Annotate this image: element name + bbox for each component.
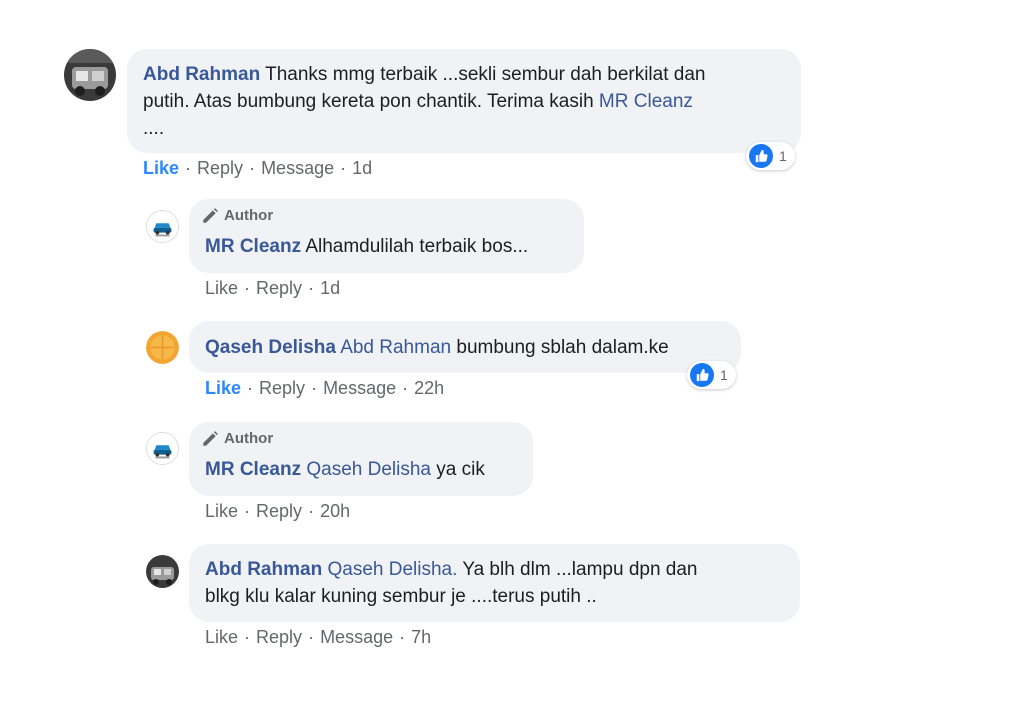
timestamp[interactable]: 1d: [320, 278, 340, 298]
comment-author[interactable]: Qaseh Delisha: [205, 337, 336, 358]
orange-circle-icon: [146, 331, 179, 364]
timestamp[interactable]: 7h: [411, 627, 431, 647]
comment-author[interactable]: Abd Rahman: [143, 64, 260, 85]
reply-button[interactable]: Reply: [256, 278, 302, 298]
message-button[interactable]: Message: [261, 158, 334, 178]
reaction-count[interactable]: 1: [687, 361, 736, 389]
comment-actions: Like · Reply · Message · 7h: [205, 627, 432, 647]
message-button[interactable]: Message: [323, 378, 396, 398]
reply-button[interactable]: Reply: [259, 378, 305, 398]
mention-link[interactable]: Abd Rahman: [340, 337, 451, 358]
thumbs-up-icon: [749, 144, 773, 168]
like-button[interactable]: Like: [205, 378, 241, 398]
comment-actions: Like · Reply · Message · 1d: [143, 158, 373, 178]
like-button[interactable]: Like: [205, 501, 238, 521]
reply-button[interactable]: Reply: [256, 501, 302, 521]
comment-text: MR Cleanz Alhamdulilah terbaik bos...: [205, 236, 529, 257]
timestamp[interactable]: 20h: [320, 501, 350, 521]
author-badge: Author: [201, 207, 273, 225]
reply-button[interactable]: Reply: [256, 627, 302, 647]
comment-text: Abd Rahman Qaseh Delisha. Ya blh dlm ...…: [205, 559, 698, 607]
comment-author[interactable]: MR Cleanz: [205, 459, 301, 480]
comment-bubble: Qaseh Delisha Abd Rahman bumbung sblah d…: [189, 321, 741, 373]
like-button[interactable]: Like: [143, 158, 179, 178]
pencil-icon: [203, 431, 218, 446]
thumbs-up-icon: [690, 363, 714, 387]
comment-text: Abd Rahman Thanks mmg terbaik ...sekli s…: [143, 64, 706, 139]
mention-link[interactable]: Qaseh Delisha.: [327, 559, 457, 580]
comment-bubble: Abd Rahman Thanks mmg terbaik ...sekli s…: [127, 49, 801, 153]
comment-bubble: Abd Rahman Qaseh Delisha. Ya blh dlm ...…: [189, 544, 800, 622]
comment-bubble: Author MR Cleanz Alhamdulilah terbaik bo…: [189, 199, 584, 273]
mention-link[interactable]: Qaseh Delisha: [306, 459, 431, 480]
comment-actions: Like · Reply · 20h: [205, 501, 351, 521]
timestamp[interactable]: 22h: [414, 378, 444, 398]
comment-actions: Like · Reply · 1d: [205, 278, 341, 298]
car-logo-icon: [147, 211, 178, 242]
comment-author[interactable]: Abd Rahman: [205, 559, 322, 580]
author-badge: Author: [201, 430, 273, 448]
avatar[interactable]: [64, 49, 116, 101]
reaction-count[interactable]: 1: [746, 142, 795, 170]
timestamp[interactable]: 1d: [352, 158, 372, 178]
pencil-icon: [203, 208, 218, 223]
comment-bubble: Author MR Cleanz Qaseh Delisha ya cik: [189, 422, 533, 496]
like-button[interactable]: Like: [205, 278, 238, 298]
comment-text: Qaseh Delisha Abd Rahman bumbung sblah d…: [205, 337, 669, 358]
avatar[interactable]: [146, 555, 179, 588]
avatar[interactable]: [146, 210, 179, 243]
avatar[interactable]: [146, 432, 179, 465]
like-button[interactable]: Like: [205, 627, 238, 647]
car-logo-icon: [147, 433, 178, 464]
avatar[interactable]: [146, 331, 179, 364]
reply-button[interactable]: Reply: [197, 158, 243, 178]
mention-link[interactable]: MR Cleanz: [599, 91, 693, 112]
comment-author[interactable]: MR Cleanz: [205, 236, 301, 257]
user-photo-icon: [64, 49, 116, 101]
comment-text: MR Cleanz Qaseh Delisha ya cik: [205, 459, 485, 480]
comment-actions: Like · Reply · Message · 22h: [205, 378, 445, 398]
user-photo-icon: [146, 555, 179, 588]
message-button[interactable]: Message: [320, 627, 393, 647]
